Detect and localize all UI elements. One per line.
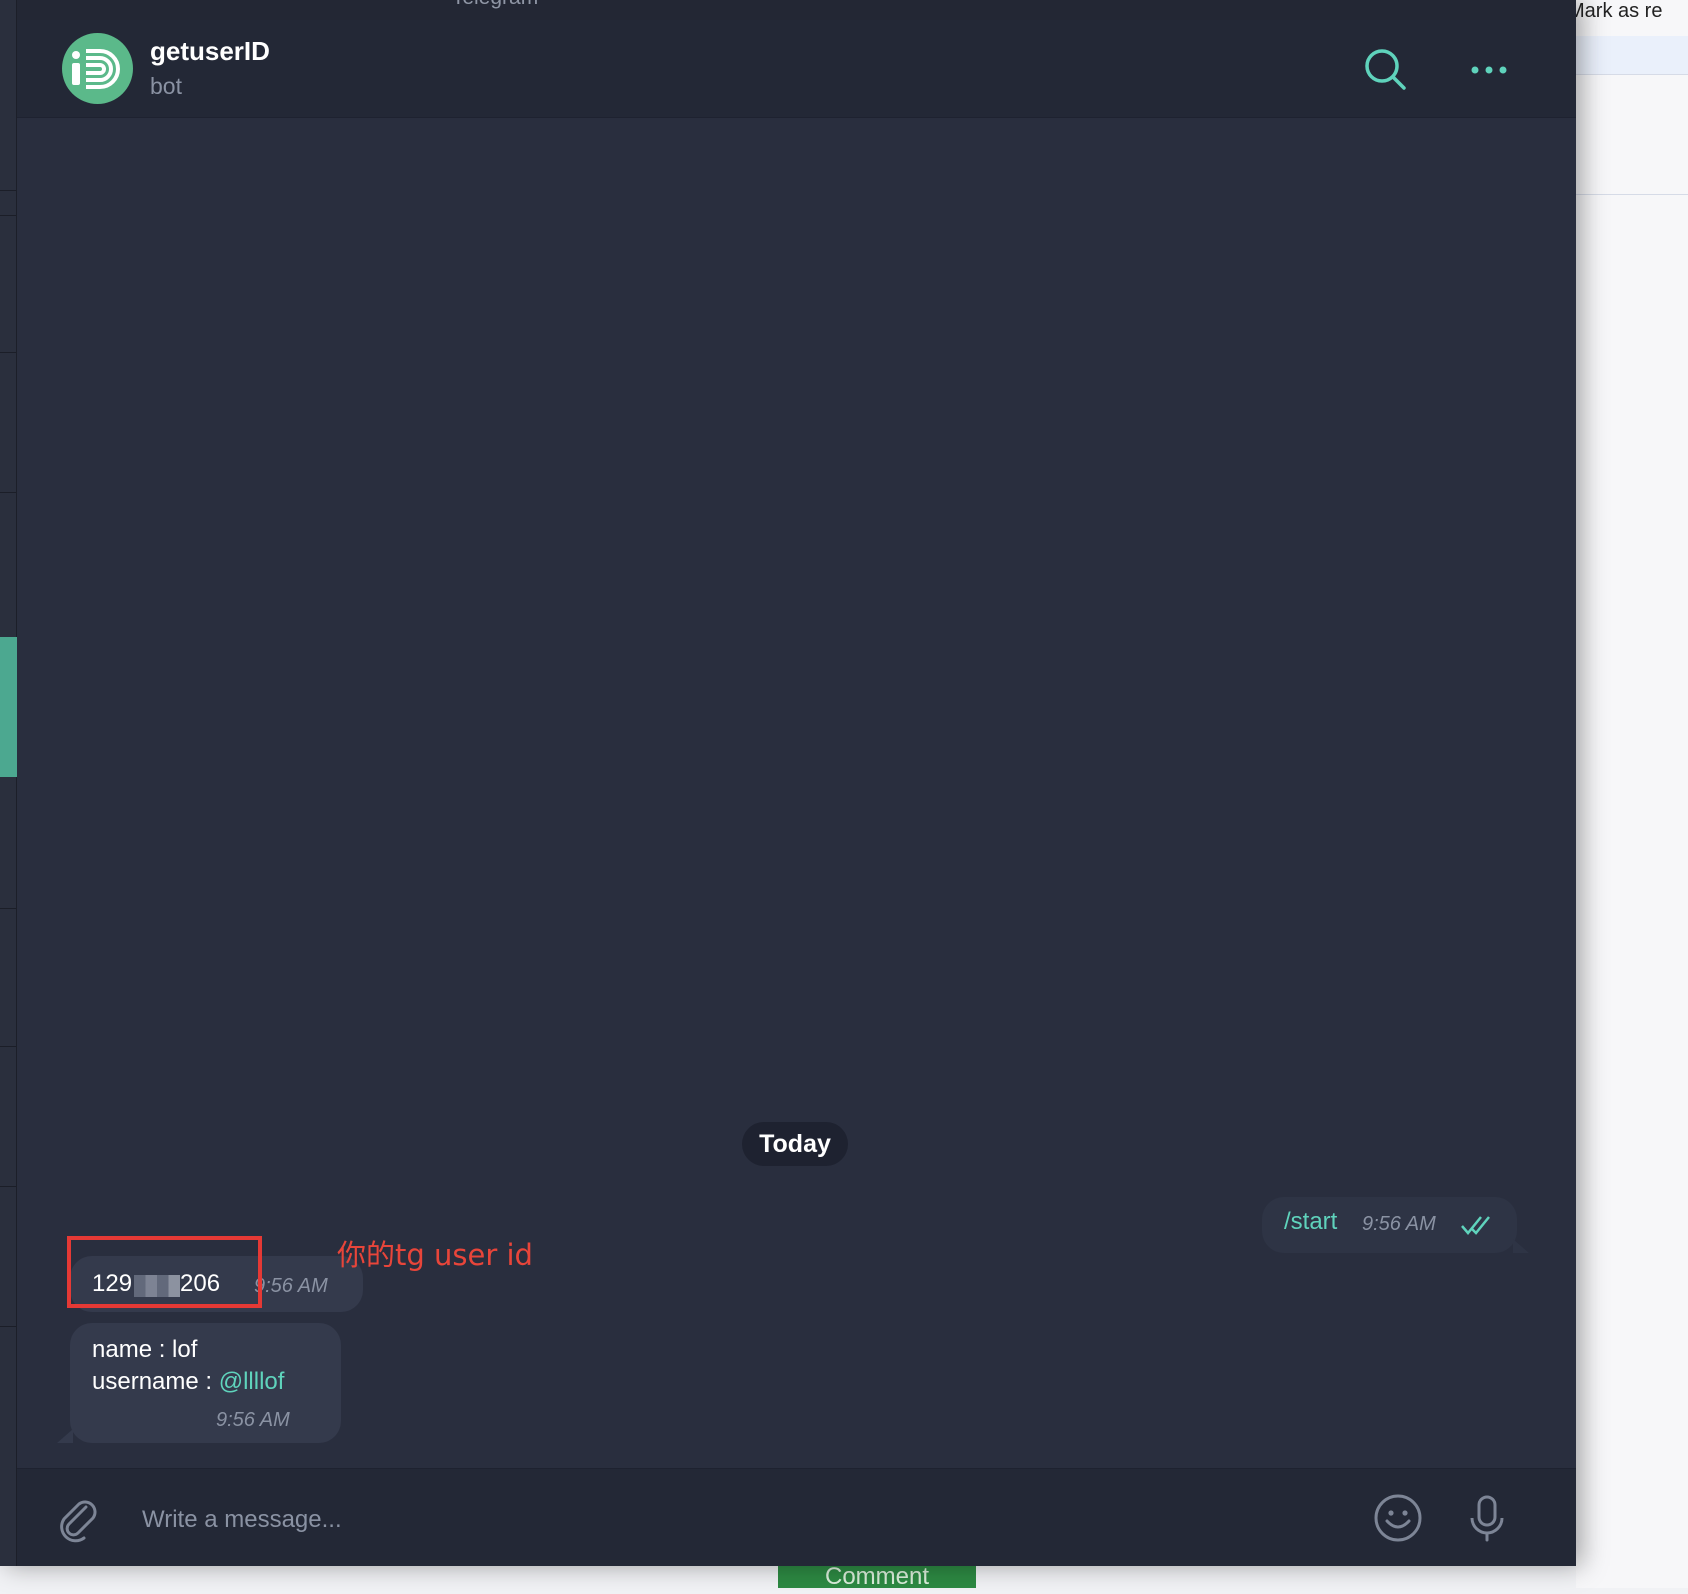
bubble-tail xyxy=(57,1429,73,1443)
message-time: 9:56 AM xyxy=(216,1409,290,1431)
mark-as-read-link[interactable]: Mark as re xyxy=(1568,0,1662,23)
username-line: username : @llllof xyxy=(92,1368,284,1396)
divider xyxy=(0,1046,16,1047)
date-separator: Today xyxy=(742,1122,848,1166)
more-icon[interactable] xyxy=(1465,46,1513,94)
name-line: name : lof xyxy=(92,1336,198,1363)
divider xyxy=(0,492,16,493)
message-time: 9:56 AM xyxy=(254,1275,328,1297)
chat-list-edge xyxy=(0,0,18,1566)
attach-icon[interactable] xyxy=(52,1493,102,1543)
highlight-box xyxy=(67,1236,262,1308)
chat-header: getuserID bot xyxy=(17,20,1576,118)
background-window-toolbar xyxy=(1576,36,1688,75)
divider xyxy=(0,1186,16,1187)
username-label: username : xyxy=(92,1368,219,1395)
microphone-icon[interactable] xyxy=(1462,1493,1512,1543)
outgoing-message[interactable]: /start 9:56 AM xyxy=(1262,1197,1529,1253)
divider xyxy=(0,190,16,191)
divider xyxy=(0,215,16,216)
divider xyxy=(0,908,16,909)
message-text[interactable]: /start xyxy=(1284,1208,1337,1236)
active-chat-indicator[interactable] xyxy=(0,637,18,777)
bot-avatar[interactable] xyxy=(62,33,133,104)
double-check-icon xyxy=(1461,1216,1490,1235)
divider xyxy=(0,352,16,353)
message-time: 9:56 AM xyxy=(1362,1213,1436,1235)
chat-status: bot xyxy=(150,73,182,99)
annotation-label: 你的tg user id xyxy=(337,1238,533,1272)
username-link[interactable]: @llllof xyxy=(219,1368,285,1395)
chat-panel: getuserID bot Today /start 9:56 AM 129 2… xyxy=(17,20,1576,1566)
message-composer xyxy=(17,1468,1576,1566)
window-title: Telegram xyxy=(360,0,630,16)
background-window-divider xyxy=(1576,194,1688,195)
telegram-window: Telegram getuserID bot xyxy=(0,0,1576,1566)
emoji-icon[interactable] xyxy=(1373,1493,1423,1543)
background-window xyxy=(1576,0,1688,1588)
message-input[interactable] xyxy=(140,1499,1294,1541)
id-logo-icon xyxy=(72,49,120,89)
incoming-message-user-info[interactable]: name : lof username : @llllof 9:56 AM xyxy=(57,1323,341,1443)
bubble-tail xyxy=(1513,1239,1529,1253)
search-icon[interactable] xyxy=(1362,46,1410,94)
chat-title[interactable]: getuserID xyxy=(150,36,270,67)
divider xyxy=(0,1326,16,1327)
